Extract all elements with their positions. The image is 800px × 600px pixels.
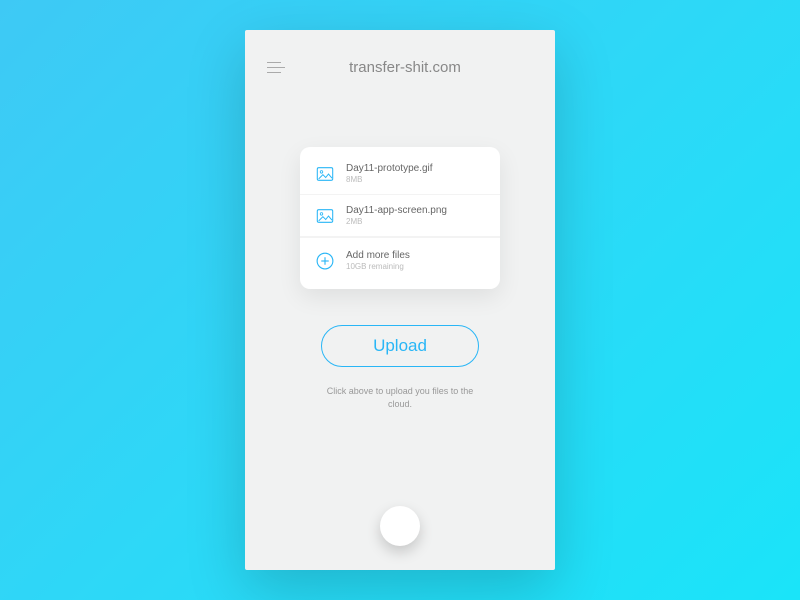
help-text: Click above to upload you files to the c… bbox=[267, 385, 533, 410]
file-name: Day11-prototype.gif bbox=[346, 163, 433, 174]
file-name: Day11-app-screen.png bbox=[346, 205, 447, 216]
header: transfer-shit.com bbox=[267, 58, 533, 77]
file-item[interactable]: Day11-prototype.gif 8MB bbox=[300, 153, 500, 195]
page-title: transfer-shit.com bbox=[307, 59, 503, 76]
file-list-card: Day11-prototype.gif 8MB Day11-app-screen… bbox=[300, 147, 500, 289]
file-size: 2MB bbox=[346, 217, 447, 226]
plus-icon bbox=[316, 252, 334, 270]
upload-button[interactable]: Upload bbox=[321, 325, 479, 367]
menu-icon[interactable] bbox=[267, 58, 287, 77]
add-more-label: Add more files bbox=[346, 250, 410, 261]
remaining-space: 10GB remaining bbox=[346, 262, 410, 271]
add-more-files[interactable]: Add more files 10GB remaining bbox=[300, 237, 500, 283]
image-icon bbox=[316, 209, 334, 223]
file-size: 8MB bbox=[346, 175, 433, 184]
file-item[interactable]: Day11-app-screen.png 2MB bbox=[300, 195, 500, 237]
fab-button[interactable] bbox=[380, 506, 420, 546]
image-icon bbox=[316, 167, 334, 181]
app-screen: transfer-shit.com Day11-prototype.gif 8M… bbox=[245, 30, 555, 570]
